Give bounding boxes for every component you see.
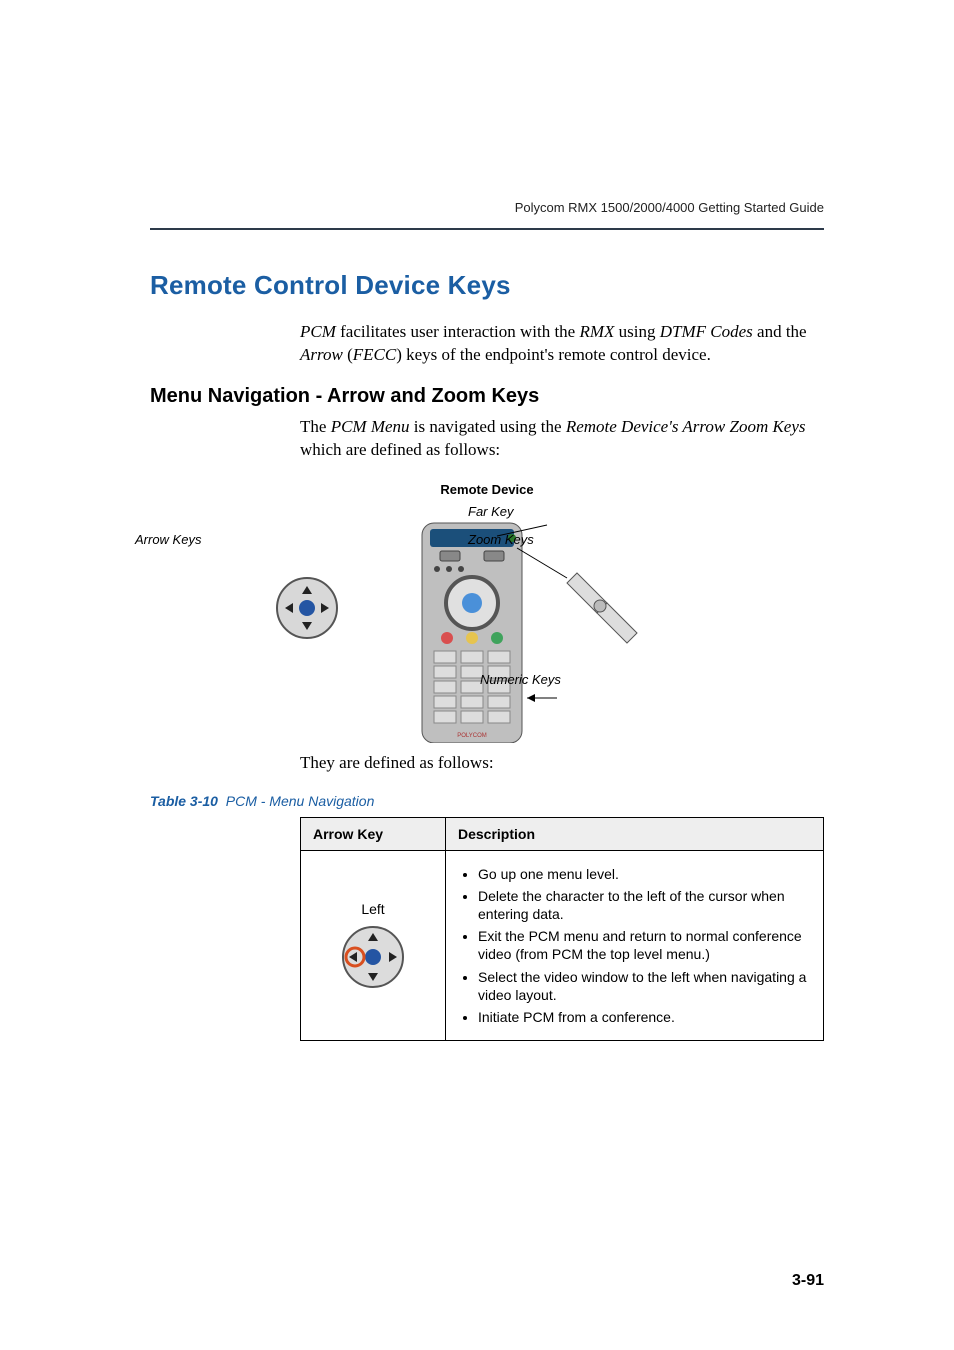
subsection-heading: Menu Navigation - Arrow and Zoom Keys <box>150 385 824 408</box>
content-area: Remote Control Device Keys PCM facilitat… <box>150 270 824 1041</box>
svg-text:POLYCOM: POLYCOM <box>457 733 487 739</box>
list-item: Initiate PCM from a conference. <box>478 1008 811 1026</box>
post-figure-text: They are defined as follows: <box>300 752 824 775</box>
running-header: Polycom RMX 1500/2000/4000 Getting Start… <box>150 200 824 215</box>
page-number: 3-91 <box>792 1272 824 1290</box>
description-list: Go up one menu level. Delete the charact… <box>458 865 811 1027</box>
label-far-key: Far Key <box>468 504 514 519</box>
page-container: Polycom RMX 1500/2000/4000 Getting Start… <box>0 0 954 1350</box>
left-arrow-key-icon <box>341 925 405 989</box>
label-numeric-keys: Numeric Keys <box>480 672 561 687</box>
figure-title: Remote Device <box>150 482 824 497</box>
subsection-intro: The PCM Menu is navigated using the Remo… <box>300 416 824 462</box>
figure-remote-device: Remote Device Arrow Keys Far Key Zoom Ke… <box>150 482 824 742</box>
menu-navigation-table: Arrow Key Description Left <box>300 817 824 1042</box>
section-intro: PCM facilitates user interaction with th… <box>300 321 824 367</box>
label-arrow-keys: Arrow Keys <box>135 532 201 547</box>
header-divider <box>150 228 824 230</box>
table-caption-number: Table 3-10 <box>150 793 218 809</box>
table-caption-title: PCM - Menu Navigation <box>226 793 375 809</box>
section-heading: Remote Control Device Keys <box>150 270 824 301</box>
table-caption: Table 3-10 PCM - Menu Navigation <box>150 793 824 809</box>
list-item: Go up one menu level. <box>478 865 811 883</box>
list-item: Select the video window to the left when… <box>478 968 811 1004</box>
table-row: Left <box>301 850 824 1041</box>
table-header-arrow-key: Arrow Key <box>301 817 446 850</box>
list-item: Delete the character to the left of the … <box>478 887 811 923</box>
label-zoom-keys: Zoom Keys <box>468 532 534 547</box>
arrow-key-name: Left <box>313 901 433 917</box>
table-header-description: Description <box>446 817 824 850</box>
list-item: Exit the PCM menu and return to normal c… <box>478 927 811 963</box>
table-header-row: Arrow Key Description <box>301 817 824 850</box>
